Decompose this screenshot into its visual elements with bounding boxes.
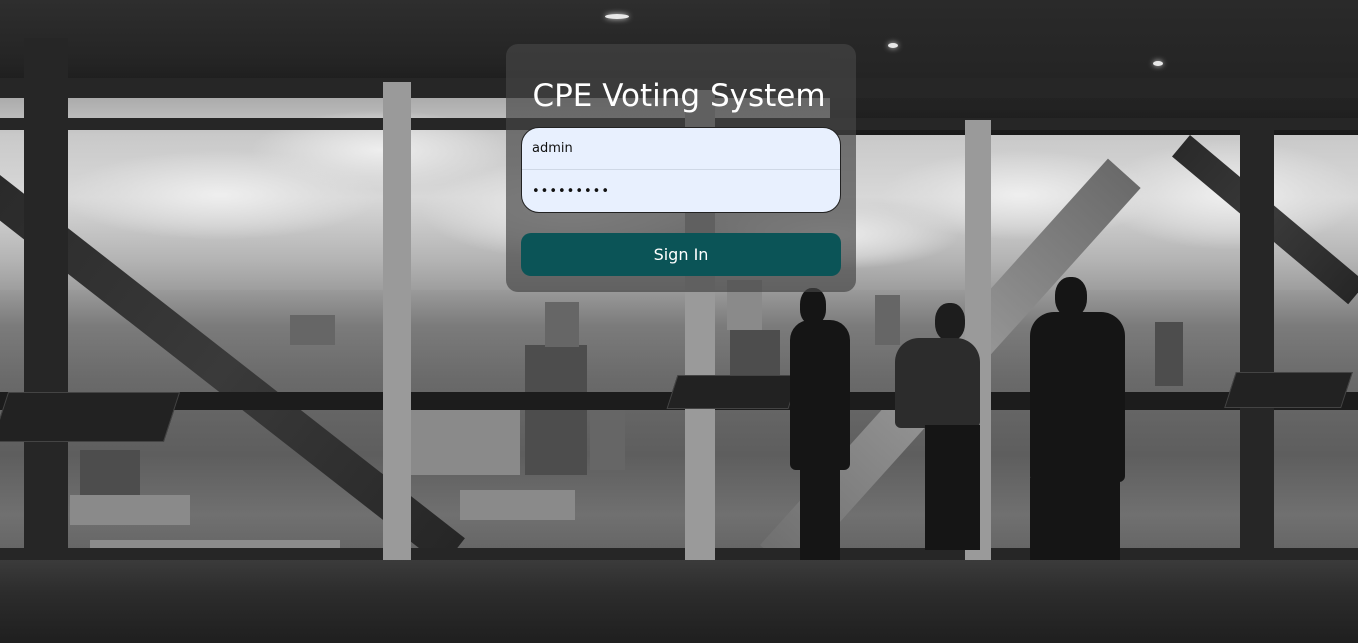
- ceiling-light: [605, 14, 629, 19]
- person-silhouette: [1030, 312, 1125, 482]
- building: [730, 330, 780, 375]
- building: [525, 345, 587, 475]
- ceiling-light: [1153, 61, 1163, 66]
- sign-in-button[interactable]: Sign In: [521, 233, 841, 276]
- building: [290, 315, 335, 345]
- building: [460, 490, 575, 520]
- building: [1155, 322, 1183, 386]
- floor: [0, 560, 1358, 643]
- person-silhouette: [935, 303, 965, 341]
- username-input[interactable]: [522, 128, 840, 170]
- person-silhouette: [925, 425, 980, 550]
- person-silhouette: [1055, 277, 1087, 317]
- building: [410, 400, 520, 475]
- ceiling: [830, 0, 1358, 135]
- building: [545, 302, 579, 347]
- display-kiosk: [1224, 372, 1353, 408]
- password-input[interactable]: [522, 170, 840, 212]
- display-kiosk: [0, 392, 181, 442]
- window-mullion: [383, 82, 411, 592]
- person-silhouette: [800, 465, 840, 565]
- building: [70, 495, 190, 525]
- window-mullion: [24, 38, 68, 643]
- ceiling-light: [888, 43, 898, 48]
- building: [875, 295, 900, 345]
- app-title: CPE Voting System: [532, 78, 826, 114]
- window-mullion: [1240, 120, 1274, 560]
- building: [590, 400, 625, 470]
- person-silhouette: [895, 338, 980, 428]
- display-kiosk: [666, 375, 800, 409]
- building: [80, 450, 140, 500]
- credentials-group: [521, 127, 841, 213]
- person-silhouette: [800, 288, 826, 324]
- person-silhouette: [790, 320, 850, 470]
